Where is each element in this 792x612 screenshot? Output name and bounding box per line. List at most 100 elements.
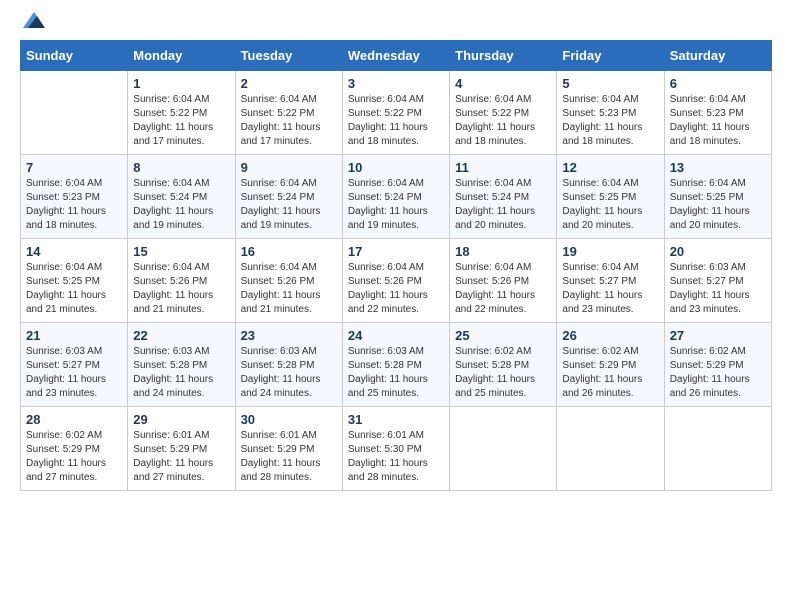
calendar-header: SundayMondayTuesdayWednesdayThursdayFrid…: [21, 41, 772, 71]
day-number: 7: [26, 160, 122, 175]
day-cell: 19 Sunrise: 6:04 AM Sunset: 5:27 PM Dayli…: [557, 239, 664, 323]
day-info: Sunrise: 6:01 AM Sunset: 5:29 PM Dayligh…: [133, 429, 229, 485]
day-cell: [450, 407, 557, 491]
day-info: Sunrise: 6:04 AM Sunset: 5:22 PM Dayligh…: [133, 93, 229, 149]
day-number: 13: [670, 160, 766, 175]
day-info: Sunrise: 6:04 AM Sunset: 5:25 PM Dayligh…: [26, 261, 122, 317]
day-cell: [557, 407, 664, 491]
day-cell: 22 Sunrise: 6:03 AM Sunset: 5:28 PM Dayli…: [128, 323, 235, 407]
day-cell: 26 Sunrise: 6:02 AM Sunset: 5:29 PM Dayli…: [557, 323, 664, 407]
day-number: 31: [348, 412, 444, 427]
day-info: Sunrise: 6:04 AM Sunset: 5:23 PM Dayligh…: [670, 93, 766, 149]
day-number: 5: [562, 76, 658, 91]
day-info: Sunrise: 6:04 AM Sunset: 5:24 PM Dayligh…: [241, 177, 337, 233]
header-cell-thursday: Thursday: [450, 41, 557, 71]
day-number: 20: [670, 244, 766, 259]
day-cell: 5 Sunrise: 6:04 AM Sunset: 5:23 PM Daylig…: [557, 71, 664, 155]
day-cell: 18Sunrise: 6:04 AM Sunset: 5:26 PM Dayli…: [450, 239, 557, 323]
calendar-body: 1 Sunrise: 6:04 AM Sunset: 5:22 PM Daylig…: [21, 71, 772, 491]
day-number: 22: [133, 328, 229, 343]
day-cell: 2 Sunrise: 6:04 AM Sunset: 5:22 PM Daylig…: [235, 71, 342, 155]
day-number: 23: [241, 328, 337, 343]
day-cell: 14 Sunrise: 6:04 AM Sunset: 5:25 PM Dayli…: [21, 239, 128, 323]
header: [20, 20, 772, 30]
day-cell: 12 Sunrise: 6:04 AM Sunset: 5:25 PM Dayli…: [557, 155, 664, 239]
day-number: 12: [562, 160, 658, 175]
day-number: 26: [562, 328, 658, 343]
day-cell: 25 Sunrise: 6:02 AM Sunset: 5:28 PM Dayli…: [450, 323, 557, 407]
day-info: Sunrise: 6:04 AM Sunset: 5:26 PM Dayligh…: [241, 261, 337, 317]
day-number: 27: [670, 328, 766, 343]
day-number: 18: [455, 244, 551, 259]
week-row-4: 21Sunrise: 6:03 AM Sunset: 5:27 PM Dayli…: [21, 323, 772, 407]
day-number: 1: [133, 76, 229, 91]
day-info: Sunrise: 6:04 AM Sunset: 5:25 PM Dayligh…: [670, 177, 766, 233]
day-info: Sunrise: 6:03 AM Sunset: 5:28 PM Dayligh…: [241, 345, 337, 401]
day-info: Sunrise: 6:03 AM Sunset: 5:28 PM Dayligh…: [348, 345, 444, 401]
day-number: 19: [562, 244, 658, 259]
day-number: 11: [455, 160, 551, 175]
day-info: Sunrise: 6:04 AM Sunset: 5:24 PM Dayligh…: [133, 177, 229, 233]
day-number: 8: [133, 160, 229, 175]
day-info: Sunrise: 6:04 AM Sunset: 5:27 PM Dayligh…: [562, 261, 658, 317]
day-cell: 11 Sunrise: 6:04 AM Sunset: 5:24 PM Dayli…: [450, 155, 557, 239]
day-cell: 3 Sunrise: 6:04 AM Sunset: 5:22 PM Daylig…: [342, 71, 449, 155]
day-number: 15: [133, 244, 229, 259]
day-cell: 27 Sunrise: 6:02 AM Sunset: 5:29 PM Dayli…: [664, 323, 771, 407]
day-cell: [664, 407, 771, 491]
day-number: 16: [241, 244, 337, 259]
day-info: Sunrise: 6:02 AM Sunset: 5:28 PM Dayligh…: [455, 345, 551, 401]
day-info: Sunrise: 6:01 AM Sunset: 5:29 PM Dayligh…: [241, 429, 337, 485]
day-info: Sunrise: 6:04 AM Sunset: 5:24 PM Dayligh…: [455, 177, 551, 233]
day-cell: 13 Sunrise: 6:04 AM Sunset: 5:25 PM Dayli…: [664, 155, 771, 239]
day-info: Sunrise: 6:03 AM Sunset: 5:28 PM Dayligh…: [133, 345, 229, 401]
day-info: Sunrise: 6:04 AM Sunset: 5:24 PM Dayligh…: [348, 177, 444, 233]
day-cell: 9Sunrise: 6:04 AM Sunset: 5:24 PM Daylig…: [235, 155, 342, 239]
day-cell: 31 Sunrise: 6:01 AM Sunset: 5:30 PM Dayli…: [342, 407, 449, 491]
day-info: Sunrise: 6:02 AM Sunset: 5:29 PM Dayligh…: [26, 429, 122, 485]
header-cell-friday: Friday: [557, 41, 664, 71]
day-info: Sunrise: 6:04 AM Sunset: 5:22 PM Dayligh…: [455, 93, 551, 149]
day-number: 4: [455, 76, 551, 91]
logo-icon: [23, 12, 45, 28]
day-number: 2: [241, 76, 337, 91]
day-info: Sunrise: 6:04 AM Sunset: 5:25 PM Dayligh…: [562, 177, 658, 233]
day-cell: [21, 71, 128, 155]
day-cell: 4 Sunrise: 6:04 AM Sunset: 5:22 PM Daylig…: [450, 71, 557, 155]
calendar-table: SundayMondayTuesdayWednesdayThursdayFrid…: [20, 40, 772, 491]
day-cell: 8 Sunrise: 6:04 AM Sunset: 5:24 PM Daylig…: [128, 155, 235, 239]
week-row-2: 7 Sunrise: 6:04 AM Sunset: 5:23 PM Daylig…: [21, 155, 772, 239]
day-info: Sunrise: 6:04 AM Sunset: 5:26 PM Dayligh…: [348, 261, 444, 317]
day-info: Sunrise: 6:04 AM Sunset: 5:22 PM Dayligh…: [241, 93, 337, 149]
header-cell-saturday: Saturday: [664, 41, 771, 71]
day-info: Sunrise: 6:04 AM Sunset: 5:26 PM Dayligh…: [133, 261, 229, 317]
day-number: 17: [348, 244, 444, 259]
day-number: 14: [26, 244, 122, 259]
week-row-5: 28Sunrise: 6:02 AM Sunset: 5:29 PM Dayli…: [21, 407, 772, 491]
day-cell: 28Sunrise: 6:02 AM Sunset: 5:29 PM Dayli…: [21, 407, 128, 491]
day-cell: 20 Sunrise: 6:03 AM Sunset: 5:27 PM Dayli…: [664, 239, 771, 323]
day-cell: 29Sunrise: 6:01 AM Sunset: 5:29 PM Dayli…: [128, 407, 235, 491]
header-row: SundayMondayTuesdayWednesdayThursdayFrid…: [21, 41, 772, 71]
header-cell-tuesday: Tuesday: [235, 41, 342, 71]
day-cell: 16 Sunrise: 6:04 AM Sunset: 5:26 PM Dayli…: [235, 239, 342, 323]
day-info: Sunrise: 6:04 AM Sunset: 5:22 PM Dayligh…: [348, 93, 444, 149]
day-number: 25: [455, 328, 551, 343]
day-info: Sunrise: 6:02 AM Sunset: 5:29 PM Dayligh…: [670, 345, 766, 401]
day-cell: 15 Sunrise: 6:04 AM Sunset: 5:26 PM Dayli…: [128, 239, 235, 323]
header-cell-sunday: Sunday: [21, 41, 128, 71]
day-number: 3: [348, 76, 444, 91]
day-info: Sunrise: 6:04 AM Sunset: 5:23 PM Dayligh…: [562, 93, 658, 149]
day-info: Sunrise: 6:01 AM Sunset: 5:30 PM Dayligh…: [348, 429, 444, 485]
day-cell: 6Sunrise: 6:04 AM Sunset: 5:23 PM Daylig…: [664, 71, 771, 155]
day-cell: 10Sunrise: 6:04 AM Sunset: 5:24 PM Dayli…: [342, 155, 449, 239]
day-cell: 17 Sunrise: 6:04 AM Sunset: 5:26 PM Dayli…: [342, 239, 449, 323]
day-cell: 21Sunrise: 6:03 AM Sunset: 5:27 PM Dayli…: [21, 323, 128, 407]
day-info: Sunrise: 6:02 AM Sunset: 5:29 PM Dayligh…: [562, 345, 658, 401]
header-cell-wednesday: Wednesday: [342, 41, 449, 71]
logo: [20, 20, 45, 30]
day-info: Sunrise: 6:03 AM Sunset: 5:27 PM Dayligh…: [670, 261, 766, 317]
day-info: Sunrise: 6:04 AM Sunset: 5:23 PM Dayligh…: [26, 177, 122, 233]
day-cell: 30Sunrise: 6:01 AM Sunset: 5:29 PM Dayli…: [235, 407, 342, 491]
day-cell: 7 Sunrise: 6:04 AM Sunset: 5:23 PM Daylig…: [21, 155, 128, 239]
